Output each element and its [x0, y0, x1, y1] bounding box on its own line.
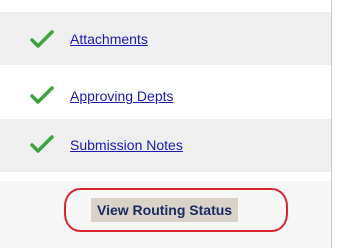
view-routing-status-button[interactable]: View Routing Status	[91, 198, 239, 222]
check-icon	[30, 135, 54, 153]
approving-depts-link[interactable]: Approving Depts	[70, 88, 174, 104]
navigation-panel: Attachments Approving Depts Submission N…	[0, 0, 332, 248]
attachments-link[interactable]: Attachments	[70, 31, 148, 47]
list-item-attachments: Attachments	[0, 12, 331, 68]
list-item-submission-notes: Submission Notes	[0, 116, 331, 172]
check-icon	[30, 30, 54, 48]
submission-notes-link[interactable]: Submission Notes	[70, 137, 183, 153]
check-icon	[30, 86, 54, 104]
